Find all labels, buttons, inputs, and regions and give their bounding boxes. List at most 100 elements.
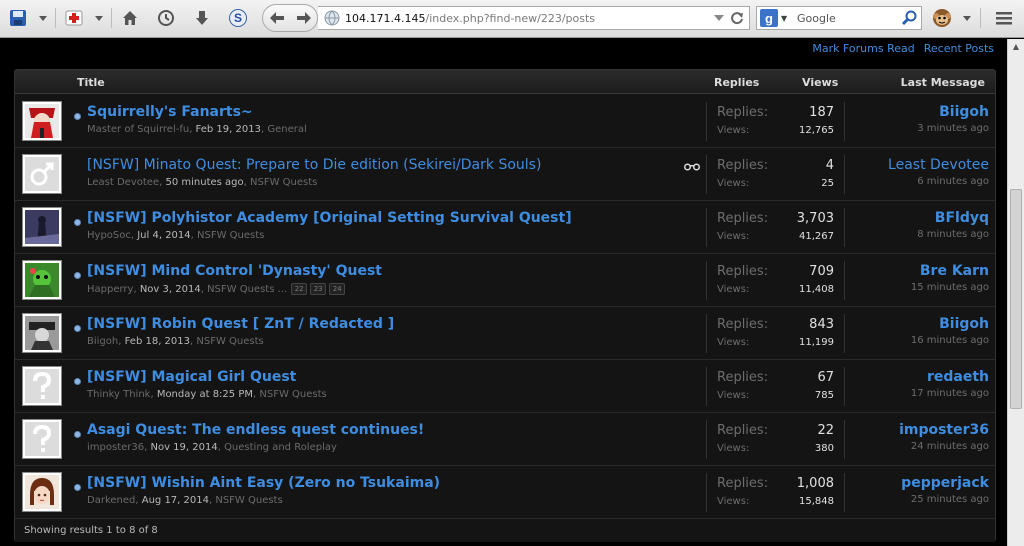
last-poster[interactable]: pepperjack [901, 475, 989, 491]
scrollbar-thumb[interactable] [1010, 189, 1022, 409]
s-extension-button[interactable]: S [226, 6, 250, 30]
thread-forum[interactable]: Questing and Roleplay [224, 442, 337, 453]
last-message: redaeth 17 minutes ago [911, 369, 989, 399]
last-post-time[interactable]: 16 minutes ago [911, 335, 989, 346]
last-poster[interactable]: Biigoh [917, 104, 989, 120]
avatar[interactable] [22, 154, 62, 194]
url-text[interactable]: 104.171.4.145/index.php?find-new/223/pos… [345, 12, 595, 25]
last-poster[interactable]: Bre Karn [911, 263, 989, 279]
avatar[interactable] [22, 207, 62, 247]
menu-icon[interactable] [992, 6, 1016, 30]
thread-date[interactable]: Feb 18, 2013 [125, 336, 190, 347]
last-post-time[interactable]: 25 minutes ago [901, 494, 989, 505]
column-views[interactable]: Views [802, 76, 838, 89]
avatar[interactable] [22, 101, 62, 141]
thread-date[interactable]: Aug 17, 2014 [142, 495, 209, 506]
avatar[interactable] [22, 419, 62, 459]
history-clock-icon[interactable] [154, 6, 178, 30]
url-path: /index.php?find-new/223/posts [425, 11, 596, 25]
chevron-down-icon[interactable] [92, 6, 106, 30]
thread-forum[interactable]: NSFW Quests [196, 336, 263, 347]
thread-title[interactable]: [NSFW] Wishin Aint Easy (Zero no Tsukaim… [87, 475, 440, 491]
avatar[interactable] [22, 472, 62, 512]
thread-stats: Replies: Views: 843 11,199 [706, 314, 845, 353]
browser-toolbar: S 104.171.4.145/index.php?find-new/223/p… [0, 0, 1024, 38]
first-aid-icon[interactable] [62, 6, 86, 30]
avatar[interactable] [22, 313, 62, 353]
thread-title[interactable]: [NSFW] Mind Control 'Dynasty' Quest [87, 263, 382, 279]
thread-forum[interactable]: NSFW Quests [215, 495, 282, 506]
thread-author[interactable]: Biigoh [87, 336, 118, 347]
thread-date[interactable]: Jul 4, 2014 [137, 230, 190, 241]
search-icon[interactable] [900, 9, 918, 27]
search-engine-icon[interactable]: g [760, 9, 778, 27]
page-link[interactable]: 24 [329, 283, 346, 295]
thread-forum[interactable]: General [267, 124, 306, 135]
column-title[interactable]: Title [77, 76, 105, 89]
thread-title[interactable]: [NSFW] Robin Quest [ ZnT / Redacted ] [87, 316, 394, 332]
search-bar[interactable]: g ▼ Google [756, 6, 922, 30]
thread-date[interactable]: Nov 19, 2014 [150, 442, 217, 453]
thread-title[interactable]: [NSFW] Magical Girl Quest [87, 369, 296, 385]
scroll-up-icon[interactable]: ▲ [1011, 42, 1021, 52]
column-last-message[interactable]: Last Message [901, 76, 985, 89]
thread-author[interactable]: Happerry [87, 284, 133, 295]
thread-author[interactable]: HypoSoc [87, 230, 131, 241]
last-poster[interactable]: BFldyq [917, 210, 989, 226]
thread-forum[interactable]: NSFW Quests [197, 230, 264, 241]
page-link[interactable]: 22 [291, 283, 308, 295]
chevron-down-icon[interactable]: ▼ [781, 14, 791, 23]
last-post-time[interactable]: 15 minutes ago [911, 282, 989, 293]
thread-pages: 22 23 24 [291, 283, 346, 295]
last-poster[interactable]: imposter36 [899, 422, 989, 438]
back-button[interactable] [263, 5, 291, 31]
reload-icon[interactable] [729, 10, 745, 26]
sunglasses-icon [684, 163, 700, 171]
last-post-time[interactable]: 24 minutes ago [899, 441, 989, 452]
last-post-time[interactable]: 6 minutes ago [888, 176, 989, 187]
last-post-time[interactable]: 8 minutes ago [917, 229, 989, 240]
top-links: Mark Forums Read Recent Posts [812, 42, 994, 55]
last-post-time[interactable]: 3 minutes ago [917, 123, 989, 134]
thread-author[interactable]: Thinky Think [87, 389, 150, 400]
chevron-down-icon[interactable] [36, 6, 50, 30]
thread-forum[interactable]: NSFW Quests [250, 177, 317, 188]
thread-author[interactable]: Master of Squirrel-fu [87, 124, 189, 135]
forward-button[interactable] [290, 5, 318, 31]
chevron-down-icon[interactable] [960, 6, 974, 30]
thread-author[interactable]: Darkened [87, 495, 135, 506]
monkey-addon-icon[interactable] [930, 6, 954, 30]
last-poster[interactable]: Biigoh [911, 316, 989, 332]
thread-title[interactable]: Asagi Quest: The endless quest continues… [87, 422, 424, 438]
column-replies[interactable]: Replies [714, 76, 759, 89]
views-count: 11,199 [799, 337, 834, 348]
thread-title[interactable]: Squirrelly's Fanarts~ [87, 104, 253, 120]
thread-forum[interactable]: NSFW Quests [207, 284, 274, 295]
recent-posts-link[interactable]: Recent Posts [924, 42, 994, 55]
thread-meta: HypoSoc, Jul 4, 2014, NSFW Quests [87, 230, 265, 241]
thread-author[interactable]: imposter36 [87, 442, 144, 453]
thread-title[interactable]: [NSFW] Polyhistor Academy [Original Sett… [87, 210, 572, 226]
address-bar[interactable]: 104.171.4.145/index.php?find-new/223/pos… [318, 6, 750, 30]
page-scrollbar[interactable]: ▲ [1007, 39, 1024, 546]
last-poster[interactable]: Least Devotee [888, 157, 989, 173]
page-link[interactable]: 23 [310, 283, 327, 295]
mark-forums-read-link[interactable]: Mark Forums Read [812, 42, 914, 55]
chevron-down-icon[interactable] [711, 10, 727, 26]
thread-date[interactable]: Nov 3, 2014 [140, 284, 201, 295]
thread-date[interactable]: 50 minutes ago [165, 177, 243, 188]
thread-row: Asagi Quest: The endless quest continues… [15, 413, 995, 466]
last-post-time[interactable]: 17 minutes ago [911, 388, 989, 399]
save-icon[interactable] [6, 6, 30, 30]
thread-forum[interactable]: NSFW Quests [259, 389, 326, 400]
thread-title[interactable]: [NSFW] Minato Quest: Prepare to Die edit… [87, 157, 541, 173]
search-input[interactable]: Google [797, 12, 836, 25]
avatar[interactable] [22, 366, 62, 406]
thread-date[interactable]: Feb 19, 2013 [196, 124, 261, 135]
last-poster[interactable]: redaeth [911, 369, 989, 385]
home-icon[interactable] [118, 6, 142, 30]
download-icon[interactable] [190, 6, 214, 30]
avatar[interactable] [22, 260, 62, 300]
thread-author[interactable]: Least Devotee [87, 177, 159, 188]
thread-date[interactable]: Monday at 8:25 PM [157, 389, 253, 400]
